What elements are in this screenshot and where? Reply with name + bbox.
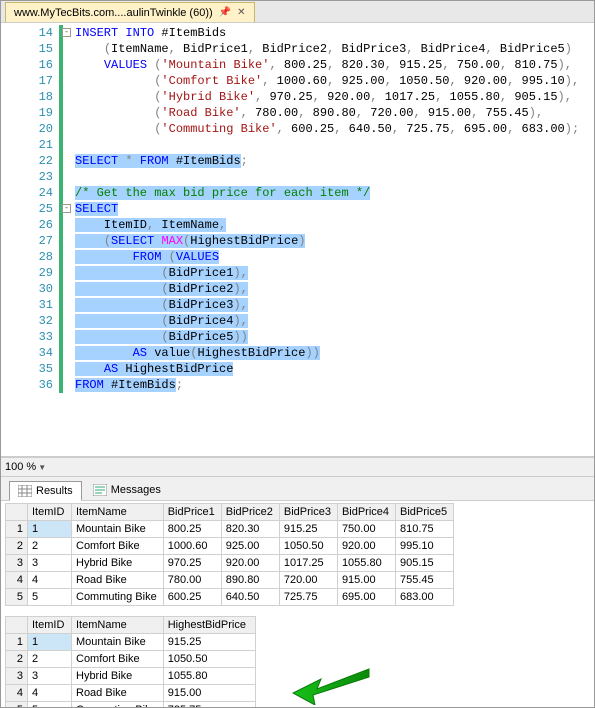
table-cell[interactable]: Road Bike (72, 572, 164, 589)
table-cell[interactable]: 780.00 (163, 572, 221, 589)
column-header[interactable]: ItemID (28, 617, 72, 634)
table-cell[interactable]: 683.00 (396, 589, 454, 606)
table-cell[interactable]: 3 (28, 555, 72, 572)
code-marker-column: -- (59, 23, 73, 456)
table-cell[interactable]: 1055.80 (337, 555, 395, 572)
table-cell[interactable]: 4 (28, 685, 72, 702)
table-cell[interactable]: 1050.50 (163, 651, 255, 668)
table-cell[interactable]: 995.10 (396, 538, 454, 555)
tab-title: www.MyTecBits.com....aulinTwinkle (60)) (14, 7, 213, 19)
table-row[interactable]: 44Road Bike915.00 (6, 685, 256, 702)
results-grids[interactable]: ItemIDItemNameBidPrice1BidPrice2BidPrice… (1, 501, 594, 707)
table-cell[interactable]: 720.00 (279, 572, 337, 589)
table-cell[interactable]: 905.15 (396, 555, 454, 572)
table-cell[interactable]: 4 (28, 572, 72, 589)
table-cell[interactable]: 2 (28, 651, 72, 668)
messages-icon (93, 484, 107, 496)
tab-results-label: Results (36, 485, 73, 497)
table-cell[interactable]: 2 (28, 538, 72, 555)
table-cell[interactable]: 1055.80 (163, 668, 255, 685)
table-cell[interactable]: Commuting Bike (72, 589, 164, 606)
table-cell[interactable]: 915.00 (337, 572, 395, 589)
table-cell[interactable]: 1 (28, 634, 72, 651)
table-cell[interactable]: Comfort Bike (72, 651, 164, 668)
table-cell[interactable]: 3 (28, 668, 72, 685)
tab-messages-label: Messages (111, 484, 161, 496)
table-cell[interactable]: 970.25 (163, 555, 221, 572)
column-header[interactable]: BidPrice1 (163, 504, 221, 521)
table-row[interactable]: 55Commuting Bike600.25640.50725.75695.00… (6, 589, 454, 606)
table-cell[interactable]: 915.25 (163, 634, 255, 651)
table-cell[interactable]: 810.75 (396, 521, 454, 538)
code-editor[interactable]: 1415161718192021222324252627282930313233… (1, 23, 594, 457)
table-cell[interactable]: Mountain Bike (72, 521, 164, 538)
pin-icon[interactable]: 📌 (219, 7, 231, 18)
table-cell[interactable]: Hybrid Bike (72, 555, 164, 572)
column-header[interactable]: BidPrice3 (279, 504, 337, 521)
table-row[interactable]: 44Road Bike780.00890.80720.00915.00755.4… (6, 572, 454, 589)
table-cell[interactable]: 1 (28, 521, 72, 538)
zoom-dropdown-icon[interactable]: ▼ (38, 463, 46, 472)
table-cell[interactable]: 600.25 (163, 589, 221, 606)
column-header[interactable]: BidPrice4 (337, 504, 395, 521)
result-grid-1[interactable]: ItemIDItemNameBidPrice1BidPrice2BidPrice… (5, 503, 454, 606)
table-row[interactable]: 33Hybrid Bike970.25920.001017.251055.809… (6, 555, 454, 572)
table-cell[interactable]: 925.00 (221, 538, 279, 555)
table-row[interactable]: 11Mountain Bike915.25 (6, 634, 256, 651)
table-cell[interactable]: 920.00 (337, 538, 395, 555)
table-row[interactable]: 22Comfort Bike1050.50 (6, 651, 256, 668)
zoom-value[interactable]: 100 % (5, 461, 36, 473)
table-cell[interactable]: 890.80 (221, 572, 279, 589)
table-cell[interactable]: 5 (28, 702, 72, 708)
annotation-arrow-icon (291, 663, 371, 705)
result-grid-2[interactable]: ItemIDItemNameHighestBidPrice11Mountain … (5, 616, 256, 707)
table-row[interactable]: 11Mountain Bike800.25820.30915.25750.008… (6, 521, 454, 538)
table-cell[interactable]: Commuting Bike (72, 702, 164, 708)
table-cell[interactable]: 1000.60 (163, 538, 221, 555)
table-cell[interactable]: 750.00 (337, 521, 395, 538)
collapse-toggle-icon[interactable]: - (62, 204, 71, 213)
column-header[interactable]: HighestBidPrice (163, 617, 255, 634)
table-row[interactable]: 55Commuting Bike725.75 (6, 702, 256, 708)
table-cell[interactable]: 695.00 (337, 589, 395, 606)
tab-messages[interactable]: Messages (84, 480, 170, 500)
results-panel: Results Messages ItemIDItemNameBidPrice1… (1, 477, 594, 707)
table-row[interactable]: 22Comfort Bike1000.60925.001050.50920.00… (6, 538, 454, 555)
table-cell[interactable]: 920.00 (221, 555, 279, 572)
table-cell[interactable]: 725.75 (279, 589, 337, 606)
close-icon[interactable]: ✕ (237, 7, 245, 18)
table-cell[interactable]: 5 (28, 589, 72, 606)
tab-results[interactable]: Results (9, 481, 82, 501)
collapse-toggle-icon[interactable]: - (62, 28, 71, 37)
document-tab-bar: www.MyTecBits.com....aulinTwinkle (60)) … (1, 1, 594, 23)
results-icon (18, 485, 32, 497)
document-tab[interactable]: www.MyTecBits.com....aulinTwinkle (60)) … (5, 2, 255, 22)
table-cell[interactable]: Comfort Bike (72, 538, 164, 555)
table-cell[interactable]: 1050.50 (279, 538, 337, 555)
table-cell[interactable]: 800.25 (163, 521, 221, 538)
table-cell[interactable]: Road Bike (72, 685, 164, 702)
table-row[interactable]: 33Hybrid Bike1055.80 (6, 668, 256, 685)
table-cell[interactable]: 640.50 (221, 589, 279, 606)
code-area[interactable]: INSERT INTO #ItemBids (ItemName, BidPric… (73, 23, 594, 456)
table-cell[interactable]: 1017.25 (279, 555, 337, 572)
column-header[interactable]: ItemName (72, 504, 164, 521)
column-header[interactable]: ItemName (72, 617, 164, 634)
table-cell[interactable]: Hybrid Bike (72, 668, 164, 685)
table-cell[interactable]: 725.75 (163, 702, 255, 708)
column-header[interactable]: BidPrice2 (221, 504, 279, 521)
column-header[interactable]: BidPrice5 (396, 504, 454, 521)
table-cell[interactable]: 915.00 (163, 685, 255, 702)
line-number-gutter: 1415161718192021222324252627282930313233… (1, 23, 59, 456)
results-tab-bar: Results Messages (1, 477, 594, 501)
table-cell[interactable]: 820.30 (221, 521, 279, 538)
column-header[interactable]: ItemID (28, 504, 72, 521)
zoom-bar: 100 % ▼ (1, 457, 594, 477)
table-cell[interactable]: Mountain Bike (72, 634, 164, 651)
table-cell[interactable]: 915.25 (279, 521, 337, 538)
table-cell[interactable]: 755.45 (396, 572, 454, 589)
